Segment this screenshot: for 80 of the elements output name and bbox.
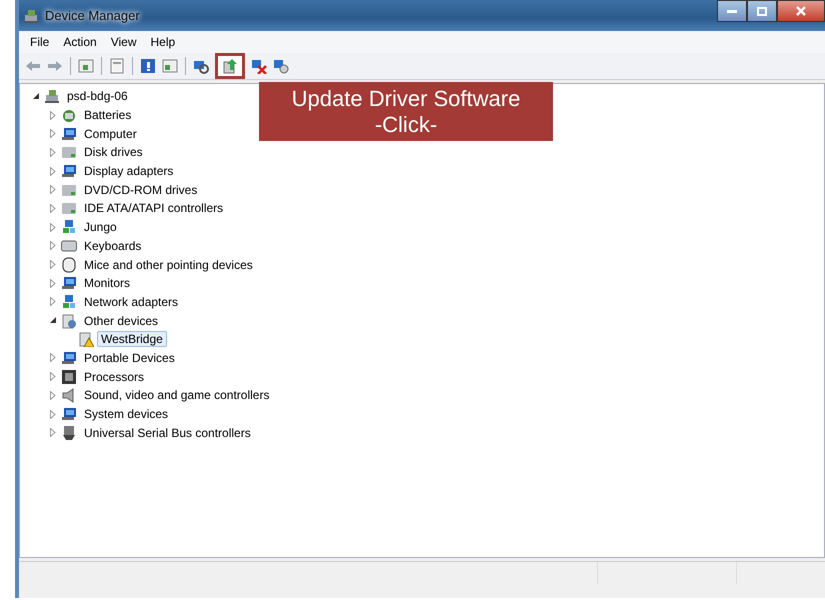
- collapsed-arrow-icon[interactable]: [50, 428, 56, 438]
- mouse-icon: [61, 256, 77, 273]
- monitor-icon: [61, 163, 77, 180]
- tree-item[interactable]: Processors: [80, 368, 148, 385]
- collapsed-arrow-icon[interactable]: [50, 110, 56, 120]
- collapsed-arrow-icon[interactable]: [50, 260, 56, 270]
- collapsed-arrow-icon[interactable]: [50, 390, 56, 400]
- tree-item[interactable]: Mice and other pointing devices: [80, 256, 257, 273]
- tree-item[interactable]: Batteries: [80, 107, 136, 124]
- help-button[interactable]: [138, 56, 158, 76]
- minimize-button[interactable]: [717, 0, 747, 22]
- monitor-icon: [61, 406, 77, 422]
- tree-item[interactable]: Computer: [80, 126, 141, 142]
- update-arrow-button[interactable]: [215, 53, 245, 79]
- collapsed-arrow-icon[interactable]: [50, 129, 56, 138]
- tree-view-icon: [78, 58, 94, 74]
- collapsed-arrow-icon[interactable]: [50, 185, 56, 194]
- menu-item[interactable]: Help: [144, 33, 182, 51]
- minimize-icon: [727, 10, 737, 12]
- keyboard-icon: [61, 238, 77, 254]
- collapsed-arrow-icon[interactable]: [50, 166, 56, 176]
- tree-item[interactable]: IDE ATA/ATAPI controllers: [80, 200, 228, 216]
- window-title: Device Manager: [45, 8, 140, 23]
- tree-item[interactable]: DVD/CD-ROM drives: [80, 182, 202, 198]
- unknown-device-icon: [61, 312, 77, 329]
- callout-text: Update Driver Software: [292, 86, 520, 112]
- callout-text: -Click-: [374, 112, 438, 138]
- collapsed-arrow-icon[interactable]: [50, 278, 56, 288]
- disable-icon: [251, 58, 267, 74]
- collapsed-arrow-icon[interactable]: [50, 410, 56, 419]
- chip-icon: [61, 368, 77, 385]
- tree-item[interactable]: Keyboards: [80, 238, 146, 254]
- tree-item[interactable]: Display adapters: [80, 163, 178, 180]
- close-button[interactable]: [777, 0, 825, 22]
- collapsed-arrow-icon[interactable]: [50, 372, 56, 382]
- plug-icon: [61, 424, 77, 441]
- collapsed-arrow-icon[interactable]: [50, 204, 56, 213]
- monitor-icon: [61, 275, 77, 292]
- back-arrow-icon: [25, 58, 41, 74]
- menu-item[interactable]: View: [104, 33, 144, 51]
- drive-icon: [61, 144, 77, 160]
- battery-icon: [61, 107, 77, 124]
- tree-item[interactable]: Sound, video and game controllers: [80, 387, 274, 404]
- expanded-arrow-icon[interactable]: [50, 317, 56, 324]
- menu-item[interactable]: File: [23, 33, 56, 51]
- warning-device-icon: [78, 331, 94, 348]
- update-arrow-icon: [222, 58, 238, 74]
- tree-item[interactable]: Universal Serial Bus controllers: [80, 424, 255, 441]
- tree-item[interactable]: Other devices: [80, 312, 162, 329]
- tree-item[interactable]: Portable Devices: [80, 350, 179, 366]
- app-icon: [23, 8, 39, 24]
- forward-arrow-icon: [47, 58, 63, 74]
- close-icon: [796, 6, 806, 16]
- network-icon: [61, 294, 77, 310]
- monitor-icon: [61, 350, 77, 366]
- drive-icon: [61, 200, 77, 216]
- collapsed-arrow-icon[interactable]: [50, 297, 56, 306]
- help-icon: [140, 58, 156, 74]
- tree-item[interactable]: WestBridge: [97, 331, 167, 348]
- tree-item[interactable]: Disk drives: [80, 144, 147, 160]
- tree-item[interactable]: Jungo: [80, 219, 121, 236]
- collapsed-arrow-icon[interactable]: [50, 241, 56, 250]
- uninstall-icon: [273, 58, 289, 74]
- collapsed-arrow-icon[interactable]: [50, 353, 56, 362]
- computer-icon: [44, 88, 60, 104]
- collapsed-arrow-icon[interactable]: [50, 148, 56, 157]
- scan-icon: [193, 58, 209, 74]
- tree-item[interactable]: Network adapters: [80, 294, 182, 310]
- maximize-button[interactable]: [747, 0, 777, 22]
- menu-item[interactable]: Action: [56, 33, 104, 51]
- properties-icon: [109, 58, 125, 74]
- expanded-arrow-icon[interactable]: [32, 92, 40, 100]
- tree-item[interactable]: Monitors: [80, 275, 134, 292]
- tree-item[interactable]: psd-bdg-06: [63, 88, 132, 104]
- maximize-icon: [757, 6, 767, 16]
- network-icon: [61, 219, 77, 236]
- collapsed-arrow-icon[interactable]: [50, 222, 56, 232]
- monitor-icon: [61, 126, 77, 142]
- tree-item[interactable]: System devices: [80, 406, 172, 422]
- panel-icon: [162, 58, 178, 74]
